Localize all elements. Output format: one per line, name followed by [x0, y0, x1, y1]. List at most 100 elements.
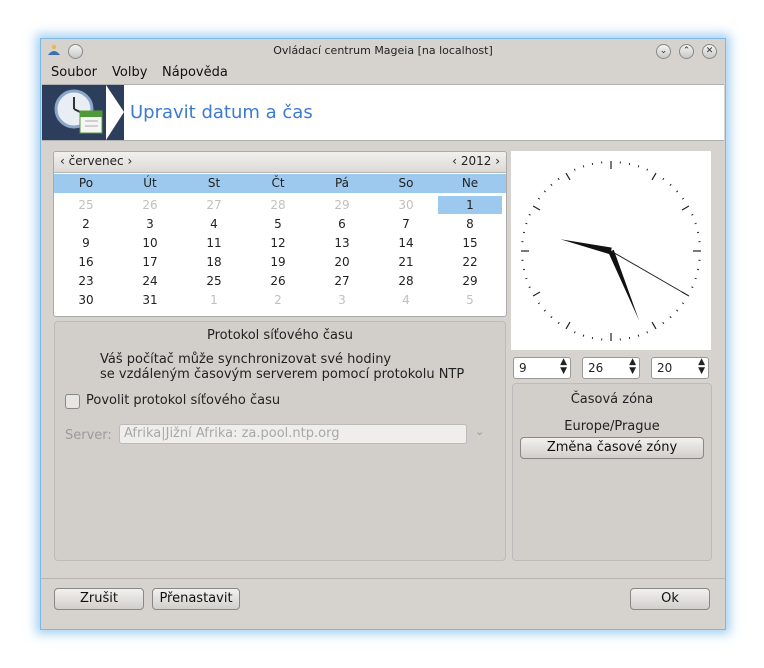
next-month-icon[interactable]: › — [127, 154, 132, 168]
prev-month-icon[interactable]: ‹ — [60, 154, 65, 168]
clock-hour-tick — [532, 291, 541, 297]
calendar-day[interactable]: 17 — [118, 253, 182, 271]
calendar-day[interactable]: 3 — [118, 215, 182, 233]
calendar-day[interactable]: 2 — [246, 291, 310, 309]
spinner-arrows-icon[interactable]: ▲ ▼ — [629, 358, 636, 376]
calendar-day[interactable]: 30 — [374, 196, 438, 214]
server-combobox: Afrika|Jižní Afrika: za.pool.ntp.org — [119, 424, 467, 444]
clock-minute-tick — [662, 177, 665, 181]
clock-hour-tick — [681, 205, 690, 211]
weekday-label: St — [207, 176, 221, 190]
calendar-day[interactable]: 15 — [438, 234, 502, 252]
clock-minute-hand — [608, 249, 640, 321]
minutes-value: 26 — [588, 361, 604, 375]
clock-hour-hand — [560, 239, 612, 255]
clock-minute-tick — [528, 213, 531, 216]
seconds-value: 20 — [657, 361, 673, 375]
calendar-day[interactable]: 19 — [246, 253, 310, 271]
calendar-day[interactable]: 7 — [374, 215, 438, 233]
seconds-spinner[interactable]: 20 ▲ ▼ — [651, 357, 709, 379]
maximize-icon[interactable]: ⌃ — [679, 44, 694, 59]
ntp-panel: Protokol síťového času Váš počítač může … — [54, 321, 506, 561]
calendar-day[interactable]: 14 — [374, 234, 438, 252]
calendar-day[interactable]: 30 — [54, 291, 118, 309]
calendar-day[interactable]: 1 — [182, 291, 246, 309]
next-year-icon[interactable]: › — [495, 154, 500, 168]
ntp-enable-label[interactable]: Povolit protokol síťového času — [86, 393, 280, 408]
clock-minute-tick — [676, 190, 679, 193]
calendar-day[interactable]: 4 — [182, 215, 246, 233]
weekday-label: Po — [78, 176, 94, 190]
clock-minute-tick — [550, 183, 553, 186]
hours-spinner[interactable]: 9 ▲ ▼ — [513, 357, 571, 379]
calendar-day[interactable]: 13 — [310, 234, 374, 252]
calendar-day[interactable]: 26 — [246, 272, 310, 290]
calendar-day[interactable]: 10 — [118, 234, 182, 252]
menu-bar: Soubor Volby Nápověda — [41, 63, 725, 83]
calendar-day[interactable]: 23 — [54, 272, 118, 290]
calendar-day[interactable]: 26 — [118, 196, 182, 214]
title-bar: Ovládací centrum Mageia [na localhost] ⌄… — [41, 39, 725, 63]
close-icon[interactable]: ✕ — [702, 44, 717, 59]
calendar-day[interactable]: 28 — [246, 196, 310, 214]
spinner-arrows-icon[interactable]: ▲ ▼ — [698, 358, 705, 376]
ntp-enable-checkbox[interactable] — [65, 394, 80, 409]
ntp-title: Protokol síťového času — [206, 328, 353, 343]
calendar-day[interactable]: 1 — [438, 196, 502, 214]
calendar-day[interactable]: 4 — [374, 291, 438, 309]
calendar-day[interactable]: 5 — [246, 215, 310, 233]
calendar-day[interactable]: 31 — [118, 291, 182, 309]
calendar-day[interactable]: 20 — [310, 253, 374, 271]
calendar-day[interactable]: 27 — [182, 196, 246, 214]
header-banner: Upravit datum a čas — [42, 84, 724, 141]
calendar-day[interactable]: 11 — [182, 234, 246, 252]
cancel-button[interactable]: Zrušit — [54, 588, 144, 610]
clock-minute-tick — [525, 277, 528, 280]
calendar-day[interactable]: 12 — [246, 234, 310, 252]
calendar-day[interactable]: 22 — [438, 253, 502, 271]
change-timezone-button[interactable]: Změna časové zóny — [520, 437, 704, 459]
calendar-day[interactable]: 25 — [54, 196, 118, 214]
clock-hour-tick — [651, 321, 657, 330]
clock-minute-tick — [662, 321, 665, 325]
clock-hour-tick — [565, 321, 571, 330]
analog-clock — [511, 151, 711, 350]
calendar-month[interactable]: červenec — [69, 154, 124, 168]
calendar-day[interactable]: 8 — [438, 215, 502, 233]
calendar-day[interactable]: 2 — [54, 215, 118, 233]
calendar-day[interactable]: 9 — [54, 234, 118, 252]
calendar-day[interactable]: 29 — [438, 272, 502, 290]
calendar-day[interactable]: 24 — [118, 272, 182, 290]
banner-icon-background — [42, 85, 124, 140]
clock-minute-tick — [525, 222, 528, 225]
weekday-label: Čt — [271, 176, 285, 190]
page-title: Upravit datum a čas — [130, 102, 313, 123]
calendar-day[interactable]: 27 — [310, 272, 374, 290]
spinner-arrows-icon[interactable]: ▲ ▼ — [560, 358, 567, 376]
clock-minute-tick — [543, 190, 546, 193]
clock-minute-tick — [669, 183, 672, 186]
divider — [41, 578, 725, 579]
calendar-day[interactable]: 29 — [310, 196, 374, 214]
clock-minute-tick — [528, 286, 531, 289]
calendar-day[interactable]: 21 — [374, 253, 438, 271]
calendar-day[interactable]: 5 — [438, 291, 502, 309]
calendar-day[interactable]: 28 — [374, 272, 438, 290]
calendar-day[interactable]: 16 — [54, 253, 118, 271]
calendar-year[interactable]: 2012 — [461, 154, 492, 168]
calendar-day[interactable]: 3 — [310, 291, 374, 309]
menu-volby[interactable]: Volby — [112, 65, 147, 80]
server-value: Afrika|Jižní Afrika: za.pool.ntp.org — [124, 426, 340, 441]
prev-year-icon[interactable]: ‹ — [452, 154, 457, 168]
clock-minute-tick — [681, 197, 685, 200]
ok-button[interactable]: Ok — [630, 588, 710, 610]
clock-minute-tick — [557, 177, 560, 181]
menu-soubor[interactable]: Soubor — [51, 65, 97, 80]
menu-napoveda[interactable]: Nápověda — [162, 65, 228, 80]
minutes-spinner[interactable]: 26 ▲ ▼ — [582, 357, 640, 379]
calendar-day[interactable]: 18 — [182, 253, 246, 271]
calendar-day[interactable]: 6 — [310, 215, 374, 233]
reset-button[interactable]: Přenastavit — [152, 588, 240, 610]
minimize-icon[interactable]: ⌄ — [656, 44, 671, 59]
calendar-day[interactable]: 25 — [182, 272, 246, 290]
